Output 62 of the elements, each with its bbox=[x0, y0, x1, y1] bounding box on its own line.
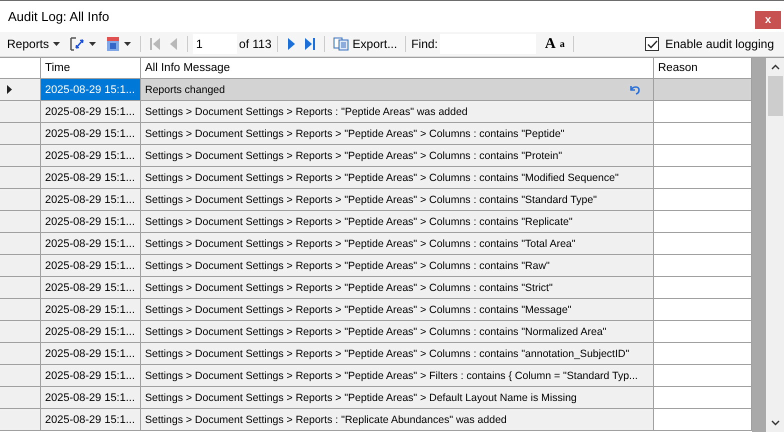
table-cell: 2025-08-29 15:1... bbox=[41, 233, 141, 255]
table-cell: 2025-08-29 15:1... bbox=[41, 167, 141, 189]
table-cell: 2025-08-29 15:1... bbox=[41, 409, 141, 431]
window-title: Audit Log: All Info bbox=[8, 9, 110, 24]
message-text: Settings > Document Settings > Reports > "Peptide Areas" > Columns : contains "Modified Sequence" bbox=[145, 172, 619, 184]
scroll-down-icon[interactable] bbox=[770, 420, 780, 426]
message-text: Settings > Document Settings > Reports > "Peptide Areas" > Columns : contains "Peptide" bbox=[145, 128, 564, 140]
table-cell: 2025-08-29 15:1... bbox=[41, 343, 141, 365]
message-text: Settings > Document Settings > Reports > "Peptide Areas" > Columns : contains "Protein" bbox=[145, 150, 562, 162]
color-swatch-icon bbox=[106, 36, 120, 52]
message-text: Settings > Document Settings > Reports > "Peptide Areas" > Columns : contains "Normalized Area" bbox=[145, 326, 606, 338]
undo-icon[interactable] bbox=[629, 84, 641, 95]
reports-dropdown[interactable]: Reports bbox=[4, 33, 64, 55]
caret-icon bbox=[124, 42, 132, 46]
vertical-scrollbar[interactable] bbox=[766, 58, 784, 432]
message-text: Settings > Document Settings > Reports > "Peptide Areas" > Columns : contains "Message" bbox=[145, 304, 572, 316]
scrollbar-thumb[interactable] bbox=[768, 76, 782, 116]
message-text: Settings > Document Settings > Reports > "Peptide Areas" > Columns : contains "annotation_SubjectID" bbox=[145, 348, 630, 360]
table-cell: 2025-08-29 15:1... bbox=[41, 189, 141, 211]
check-icon bbox=[646, 40, 658, 48]
table-cell: 2025-08-29 15:1... bbox=[41, 365, 141, 387]
table-cell: 2025-08-29 15:1... bbox=[41, 255, 141, 277]
page-number-field[interactable]: 1 bbox=[193, 34, 238, 54]
table-cell: 2025-08-29 15:1... bbox=[41, 101, 141, 123]
enable-audit-logging-checkbox[interactable]: Enable audit logging bbox=[645, 37, 780, 51]
column-header[interactable]: All Info Message bbox=[141, 58, 654, 79]
copy-icon bbox=[332, 37, 349, 51]
previous-icon bbox=[170, 38, 178, 50]
table-cell: 2025-08-29 15:1... bbox=[41, 211, 141, 233]
message-text: Settings > Document Settings > Reports > "Peptide Areas" > Default Layout Name is Missing bbox=[145, 392, 577, 404]
message-text: Settings > Document Settings > Reports > "Peptide Areas" > Columns : contains "Total Area" bbox=[145, 238, 576, 250]
table-cell: 2025-08-29 15:1... bbox=[41, 145, 141, 167]
scroll-up-icon[interactable] bbox=[770, 64, 780, 70]
table-cell: 2025-08-29 15:1... bbox=[41, 79, 141, 101]
next-icon bbox=[286, 38, 295, 50]
message-text: Settings > Document Settings > Reports > "Peptide Areas" > Columns : contains "Strict" bbox=[145, 282, 553, 294]
last-page-icon bbox=[304, 38, 315, 50]
table-cell: 2025-08-29 15:1... bbox=[41, 123, 141, 145]
message-text: Settings > Document Settings > Reports > "Peptide Areas" > Columns : contains "Standard Type" bbox=[145, 194, 597, 206]
page-count: of 113 bbox=[239, 37, 272, 51]
column-header[interactable]: Time bbox=[41, 58, 141, 79]
message-text: Settings > Document Settings > Reports > "Peptide Areas" > Columns : contains "Raw" bbox=[145, 260, 550, 272]
checkbox[interactable] bbox=[645, 37, 660, 51]
message-text: Settings > Document Settings > Reports : "Peptide Areas" was added bbox=[145, 106, 468, 118]
bracket-arrow-icon bbox=[69, 36, 86, 52]
caret-icon bbox=[89, 42, 96, 46]
caret-icon bbox=[53, 42, 60, 46]
table-cell: 2025-08-29 15:1... bbox=[41, 277, 141, 299]
table-cell: 2025-08-29 15:1... bbox=[41, 321, 141, 343]
export-button[interactable]: Export... bbox=[330, 33, 400, 55]
message-text: Settings > Document Settings > Reports > "Peptide Areas" > Filters : contains { Column = "Standard Typ... bbox=[145, 370, 638, 382]
current-row-icon bbox=[7, 85, 12, 94]
table-cell: 2025-08-29 15:1... bbox=[41, 387, 141, 409]
row-header[interactable] bbox=[0, 79, 41, 101]
find-label: Find: bbox=[411, 37, 438, 51]
message-text: Settings > Document Settings > Reports > "Peptide Areas" > Columns : contains "Replicate" bbox=[145, 216, 573, 228]
message-text: Settings > Document Settings > Reports : "Replicate Abundances" was added bbox=[145, 414, 507, 426]
column-header[interactable]: Reason bbox=[654, 58, 752, 79]
first-page-icon bbox=[150, 38, 160, 50]
message-text: Reports changed bbox=[145, 84, 225, 96]
table-cell: 2025-08-29 15:1... bbox=[41, 299, 141, 321]
close-button[interactable]: x bbox=[755, 10, 781, 28]
